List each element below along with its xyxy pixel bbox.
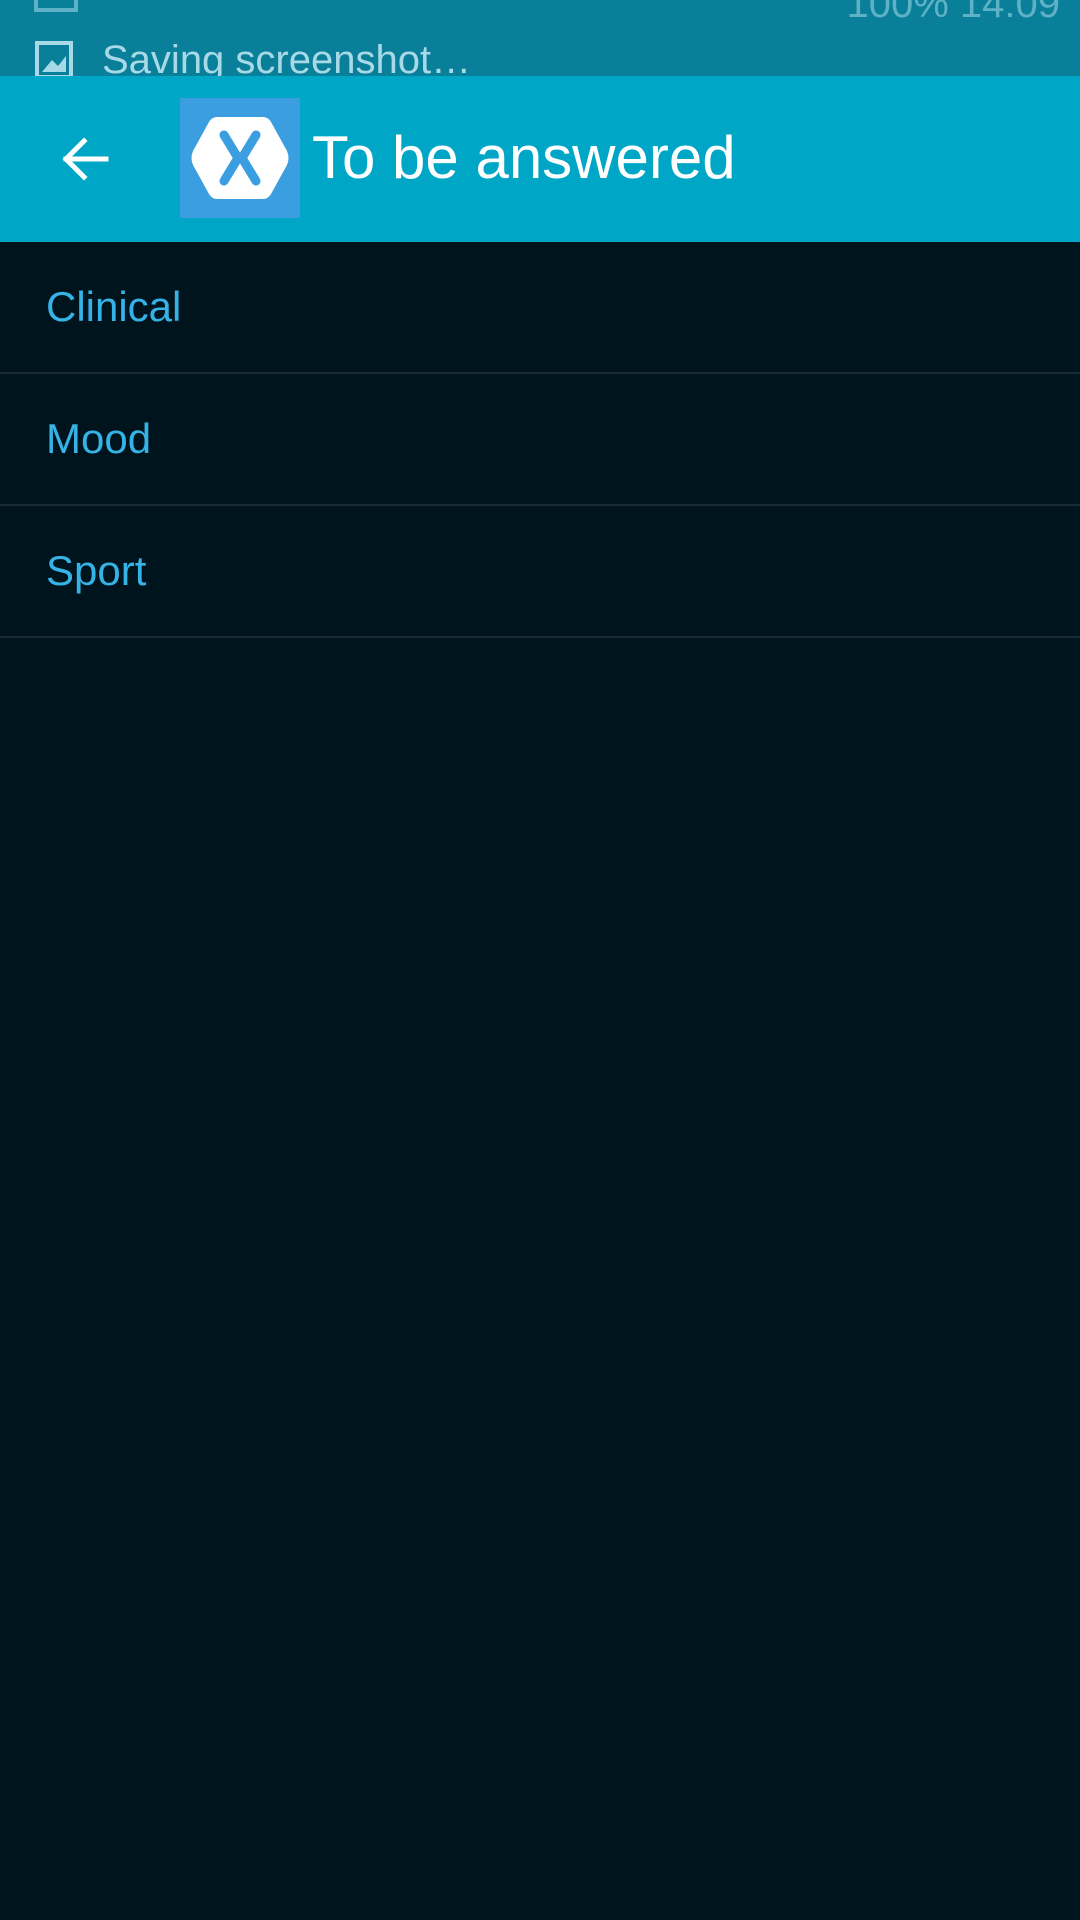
notification-small-icon xyxy=(34,0,78,12)
list-item-mood[interactable]: Mood xyxy=(0,374,1080,506)
back-button[interactable] xyxy=(40,114,130,204)
list-item-label: Sport xyxy=(46,547,147,594)
notification-text: Saving screenshot… xyxy=(102,38,472,76)
list-item-label: Mood xyxy=(46,415,152,462)
status-bar: 100% 14:09 Saving screenshot… xyxy=(0,0,1080,76)
list-item-clinical[interactable]: Clinical xyxy=(0,242,1080,374)
app-logo xyxy=(180,98,300,218)
screenshot-notification[interactable]: Saving screenshot… xyxy=(34,40,471,76)
arrow-left-icon xyxy=(62,137,109,181)
category-list: Clinical Mood Sport xyxy=(0,242,1080,638)
image-icon xyxy=(35,41,73,76)
xamarin-logo-icon xyxy=(191,117,289,199)
status-icons: 100% 14:09 xyxy=(846,0,1060,27)
list-item-label: Clinical xyxy=(46,283,182,330)
app-bar: To be answered xyxy=(0,76,1080,242)
list-item-sport[interactable]: Sport xyxy=(0,506,1080,638)
page-title: To be answered xyxy=(312,124,736,191)
status-partial-text: 100% 14:09 xyxy=(846,0,1060,26)
